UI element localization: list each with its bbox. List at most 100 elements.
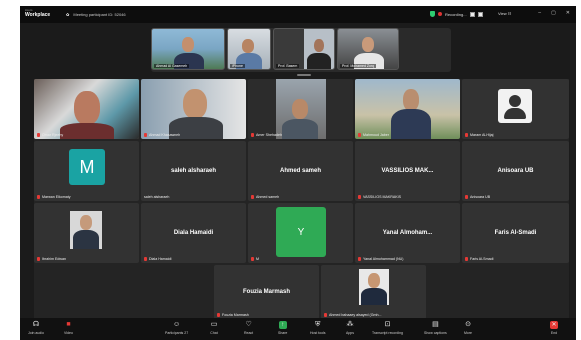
tile-label: Ahmed bahaaey alsayed (Gmh...	[329, 313, 382, 317]
participant-tile[interactable]: Ibrahim Edwan	[34, 203, 139, 263]
participant-tile[interactable]: Faris Al-Smadi Faris Al-Smadi	[462, 203, 569, 263]
participant-tile[interactable]: Amer Shehadeh	[248, 79, 353, 139]
maximize-icon[interactable]: ▢	[551, 10, 556, 16]
tile-label: Ahmad Khasawneh	[149, 133, 181, 137]
participant-tile[interactable]: Ahmed bahaaey alsayed (Gmh...	[321, 265, 426, 319]
participant-tile[interactable]: Omar Rjeehy	[34, 79, 139, 139]
more-icon: ⊙	[465, 321, 471, 328]
participant-tile[interactable]: Ahmad Khasawneh	[141, 79, 246, 139]
strip-thumb[interactable]: Prof. Mohamed Zorq	[337, 28, 399, 70]
tile-name: Fouzia Marmash	[242, 289, 290, 295]
tile-label: Marwan Elkomaty	[42, 195, 71, 199]
stop-icon[interactable]	[477, 11, 483, 17]
app-logo: zoom Workplace	[25, 8, 51, 18]
end-button[interactable]: ✕ End	[550, 321, 558, 335]
tile-name: Anisoara UB	[497, 168, 534, 174]
participant-tile[interactable]: Maram Al-Hijaj	[462, 79, 569, 139]
mic-muted-icon	[37, 195, 40, 199]
tile-name: Ahmed sameh	[279, 168, 321, 174]
person-avatar-icon	[498, 89, 532, 123]
tile-name: Diala Hamaidi	[173, 230, 214, 236]
zoom-window: zoom Workplace ✿ Meeting participant ID: …	[20, 6, 576, 340]
participant-tile[interactable]: saleh alsharaeh saleh alsharaeh	[141, 141, 246, 201]
end-call-icon: ✕	[550, 321, 558, 329]
tile-label: Ahmed sameh	[256, 195, 280, 199]
mic-muted-icon	[217, 313, 220, 317]
mic-muted-icon	[251, 257, 254, 261]
chat-icon: ▭	[210, 321, 218, 328]
video-off-icon: ■	[66, 321, 71, 328]
participant-tile[interactable]: Ahmed sameh Ahmed sameh	[248, 141, 353, 201]
participants-button[interactable]: ☺ Participants 27	[165, 321, 188, 335]
strip-label: Prof. Mohamed Zorq	[340, 64, 377, 68]
video-button[interactable]: ■ Video	[64, 321, 73, 335]
tile-label: Yanal Almohammad (NU)	[363, 257, 404, 261]
transcript-recording-button[interactable]: ⊡ Transcript recording	[372, 321, 403, 335]
tile-name: saleh alsharaeh	[170, 168, 217, 174]
react-button[interactable]: ♡ React	[244, 321, 253, 335]
strip-drag-handle[interactable]	[297, 74, 311, 76]
strip-label: iPhone	[230, 64, 245, 68]
record-dot-icon	[438, 12, 442, 16]
mic-muted-icon	[358, 133, 361, 137]
host-tools-button[interactable]: ⛨ Host tools	[310, 321, 326, 335]
strip-label: Ahmad Al Gasemeh	[154, 64, 190, 68]
participant-tile[interactable]: M Marwan Elkomaty	[34, 141, 139, 201]
minimize-icon[interactable]: –	[538, 10, 541, 16]
participant-tile[interactable]: Yanal Almoham... Yanal Almohammad (NU)	[355, 203, 460, 263]
participant-tile[interactable]: Mahmoud Jaber	[355, 79, 460, 139]
tile-label: M	[256, 257, 259, 261]
share-button[interactable]: ↑ Share	[278, 321, 287, 335]
meeting-info[interactable]: ✿ Meeting participant ID: 52046	[66, 12, 126, 17]
mic-muted-icon	[465, 133, 468, 137]
mic-muted-icon	[324, 313, 327, 317]
more-button[interactable]: ⊙ More	[464, 321, 472, 335]
close-icon[interactable]: ✕	[566, 10, 570, 16]
apps-icon: ⁂	[346, 321, 354, 328]
strip-thumb[interactable]: iPhone	[227, 28, 271, 70]
participant-tile[interactable]: VASSILIOS MAK... VASSILIOS MAKRAKIS	[355, 141, 460, 201]
strip-thumb[interactable]: Prof. Basem	[273, 28, 335, 70]
share-screen-icon: ↑	[278, 321, 287, 329]
title-bar: zoom Workplace ✿ Meeting participant ID: …	[20, 6, 576, 23]
tile-label: Anisoara UB	[470, 195, 491, 199]
apps-button[interactable]: ⁂ Apps	[346, 321, 354, 335]
recording-indicator[interactable]: Recording...	[430, 11, 483, 17]
tile-name: Faris Al-Smadi	[494, 230, 537, 236]
participant-tile[interactable]: Y M	[248, 203, 353, 263]
participants-icon: ☺	[173, 321, 181, 328]
security-shield-icon	[430, 11, 435, 17]
view-button[interactable]: View ☷	[498, 11, 511, 16]
tile-name: VASSILIOS MAK...	[381, 168, 434, 174]
tile-label: VASSILIOS MAKRAKIS	[363, 195, 402, 199]
join-audio-button[interactable]: ☊ Join audio	[28, 321, 44, 335]
participant-tile[interactable]: Anisoara UB Anisoara UB	[462, 141, 569, 201]
chat-button[interactable]: ▭ Chat	[210, 321, 218, 335]
tile-label: Mahmoud Jaber	[363, 133, 389, 137]
avatar: Y	[276, 207, 326, 257]
mic-muted-icon	[251, 133, 254, 137]
avatar: M	[69, 149, 105, 185]
tile-label: Diala Hamaidi	[149, 257, 172, 261]
captions-icon: ▤	[432, 321, 439, 328]
participant-tile[interactable]: Diala Hamaidi Diala Hamaidi	[141, 203, 246, 263]
tile-label: Faris Al-Smadi	[470, 257, 494, 261]
mic-muted-icon	[251, 195, 254, 199]
mic-muted-icon	[465, 195, 468, 199]
show-captions-button[interactable]: ▤ Show captions	[424, 321, 447, 335]
tile-label: saleh alsharaeh	[144, 195, 170, 199]
tile-label: Fouzia Marmash	[222, 313, 249, 317]
strip-thumb[interactable]: Ahmad Al Gasemeh	[151, 28, 225, 70]
mic-muted-icon	[37, 257, 40, 261]
pause-icon[interactable]	[469, 11, 475, 17]
participant-tile[interactable]: Fouzia Marmash Fouzia Marmash	[214, 265, 319, 319]
gallery-grid: Omar Rjeehy Ahmad Khasawneh Amer Shehade…	[34, 79, 569, 319]
meeting-toolbar: ☊ Join audio ■ Video ☺ Participants 27 ▭…	[20, 318, 576, 340]
tile-label: Omar Rjeehy	[42, 133, 64, 137]
headphones-icon: ☊	[32, 321, 40, 328]
tile-label: Amer Shehadeh	[256, 133, 282, 137]
mic-muted-icon	[144, 257, 147, 261]
shield-meeting-icon: ✿	[66, 12, 70, 17]
tile-name: Yanal Almoham...	[382, 230, 433, 236]
mic-muted-icon	[358, 195, 361, 199]
